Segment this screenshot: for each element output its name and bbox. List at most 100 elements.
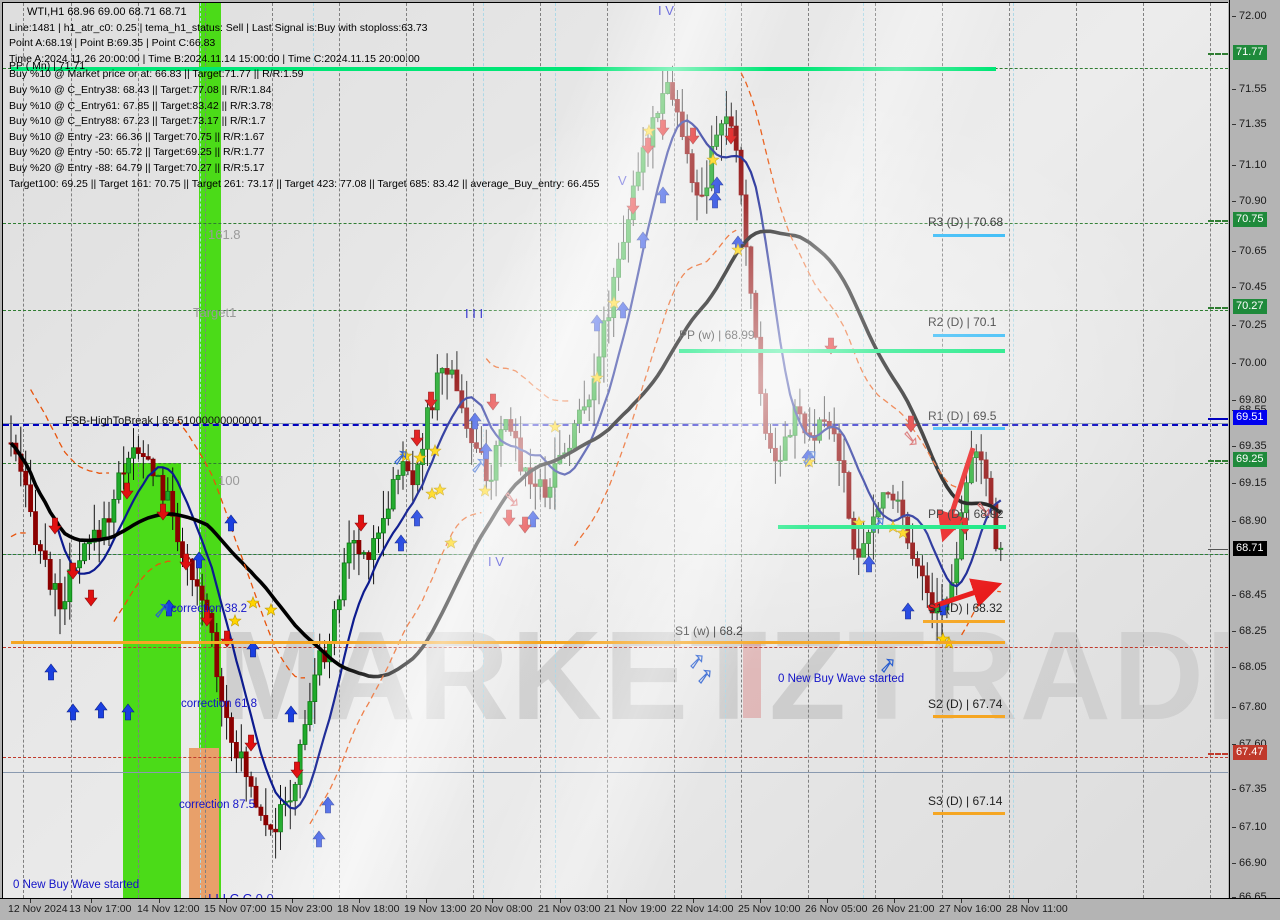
time-axis-mark — [560, 899, 561, 903]
chart-plot-area[interactable]: MARKETZTRADE R3 (D) | 70.68R2 (D) | 70.1… — [2, 2, 1228, 898]
pivot-label: S2 (D) | 67.74 — [928, 697, 1003, 711]
price-axis-tick: 67.35 — [1232, 783, 1267, 795]
time-axis-mark — [226, 899, 227, 903]
time-axis-mark — [1028, 899, 1029, 903]
time-axis-tick: 15 Nov 23:00 — [270, 903, 333, 915]
price-axis-tick: 71.35 — [1232, 118, 1267, 130]
price-axis[interactable]: 72.00 71.55 71.35 71.10 70.90 70.65 70.4… — [1229, 0, 1280, 903]
info-line-6: Buy %10 @ C_Entry38: 68.43 || Target:77.… — [9, 83, 272, 96]
wave-count-mark: I V — [488, 554, 504, 569]
fib-retracement-label: 161.8 — [208, 227, 241, 242]
price-axis-tick: 68.90 — [1232, 515, 1267, 527]
time-axis-mark — [159, 899, 160, 903]
wave-note: 0 New Buy Wave started — [778, 673, 905, 685]
pivot-line — [11, 641, 1005, 644]
chart-info-block: WTI,H1 68.96 69.00 68.71 68.71 Line:1481… — [9, 5, 599, 192]
pivot-line — [933, 812, 1005, 815]
time-axis-tick: 21 Nov 03:00 — [538, 903, 601, 915]
pivot-label: R3 (D) | 70.68 — [928, 215, 1004, 229]
info-line-9: Buy %10 @ Entry -23: 66.36 || Target:70.… — [9, 130, 265, 143]
fsb-level-label: FSB-HighToBreak | 69.51000000000001 — [65, 415, 263, 427]
time-axis-mark — [492, 899, 493, 903]
price-axis-leader — [1208, 220, 1228, 222]
info-pp-monthly-label: PP ( Mn) | 71.71 — [9, 60, 86, 72]
fib-retracement-label: 100 — [218, 473, 240, 488]
pivot-label: R2 (D) | 70.1 — [928, 315, 997, 329]
correction-label: correction 38.2 — [171, 603, 248, 615]
pivot-label: R1 (D) | 69.5 — [928, 409, 997, 423]
wave-count-mark: V — [618, 173, 627, 188]
price-axis-tick: 69.15 — [1232, 477, 1267, 489]
price-axis-badge: 67.47 — [1233, 745, 1267, 760]
time-axis-tick: 25 Nov 10:00 — [738, 903, 801, 915]
pivot-label: S1 (D) | 68.32 — [928, 601, 1003, 615]
price-axis-tick: 68.25 — [1232, 625, 1267, 637]
time-axis-tick: 19 Nov 13:00 — [404, 903, 467, 915]
price-axis-leader — [1208, 753, 1228, 755]
pivot-label: PP (w) | 68.99 — [679, 328, 755, 342]
time-axis-tick: 28 Nov 11:00 — [1006, 903, 1068, 915]
pivot-line — [933, 427, 1005, 430]
price-axis-leader — [1208, 549, 1228, 550]
info-line-7: Buy %10 @ C_Entry61: 67.85 || Target:83.… — [9, 99, 272, 112]
price-axis-badge: 69.25 — [1233, 452, 1267, 467]
info-line-10: Buy %20 @ Entry -50: 65.72 || Target:69.… — [9, 146, 265, 159]
price-axis-tick: 67.80 — [1232, 701, 1267, 713]
price-axis-tick: 69.35 — [1232, 440, 1267, 452]
pivot-label: PP (D) | 68.92 — [928, 507, 1004, 521]
price-axis-leader — [1208, 307, 1228, 309]
info-line-8: Buy %10 @ C_Entry88: 67.23 || Target:73.… — [9, 115, 266, 128]
fib-retracement-label: Target1 — [193, 305, 237, 320]
price-axis-leader — [1208, 418, 1228, 420]
time-axis-tick: 18 Nov 18:00 — [337, 903, 400, 915]
time-axis-mark — [760, 899, 761, 903]
time-axis-mark — [359, 899, 360, 903]
price-axis-badge: 70.27 — [1233, 299, 1267, 314]
info-line-5b: Buy %10 @ Market price or at: 66.83 || T… — [9, 68, 304, 81]
price-axis-tick: 70.45 — [1232, 281, 1267, 293]
price-axis-tick: 70.25 — [1232, 319, 1267, 331]
chart-window: MARKETZTRADE R3 (D) | 70.68R2 (D) | 70.1… — [0, 0, 1280, 920]
time-axis-mark — [827, 899, 828, 903]
price-axis-tick: 68.45 — [1232, 589, 1267, 601]
price-axis-badge: 70.75 — [1233, 212, 1267, 227]
time-axis-mark — [91, 899, 92, 903]
price-axis-badge: 69.51 — [1233, 410, 1267, 425]
price-axis-leader — [1208, 53, 1228, 55]
correction-label: correction 61.8 — [181, 698, 258, 710]
price-axis-tick: 66.90 — [1232, 857, 1267, 869]
price-axis-tick: 71.10 — [1232, 159, 1267, 171]
time-axis-tick: 13 Nov 17:00 — [69, 903, 132, 915]
pivot-line — [679, 349, 1005, 353]
pivot-line — [778, 525, 1006, 529]
wave-count-mark: I V — [658, 3, 674, 18]
time-axis-tick: 26 Nov 21:00 — [872, 903, 935, 915]
time-axis-mark — [30, 899, 31, 903]
time-axis-tick: 14 Nov 12:00 — [137, 903, 200, 915]
info-line-2: Line:1481 | h1_atr_c0: 0.25 | tema_h1_st… — [9, 21, 428, 34]
time-axis-mark — [894, 899, 895, 903]
time-axis-mark — [693, 899, 694, 903]
correction-label: correction 87.5 — [179, 799, 256, 811]
time-axis[interactable]: 12 Nov 2024 13 Nov 17:00 14 Nov 12:00 15 No… — [0, 898, 1280, 920]
price-axis-badge: 68.71 — [1233, 541, 1267, 556]
time-axis-mark — [626, 899, 627, 903]
info-line-12: Target100: 69.25 || Target 161: 70.75 ||… — [9, 177, 600, 190]
pivot-line — [933, 715, 1005, 718]
time-axis-tick: 20 Nov 08:00 — [470, 903, 533, 915]
wave-count-mark: I I I C C 0 0 — [208, 891, 274, 898]
pivot-line — [933, 234, 1005, 237]
time-axis-mark — [426, 899, 427, 903]
price-axis-tick: 72.00 — [1232, 10, 1267, 22]
time-axis-mark — [292, 899, 293, 903]
info-symbol-line: WTI,H1 68.96 69.00 68.71 68.71 — [27, 6, 187, 18]
pivot-line — [933, 334, 1005, 337]
wave-note: 0 New Buy Wave started — [13, 879, 140, 891]
price-axis-tick: 68.05 — [1232, 661, 1267, 673]
time-axis-tick: 21 Nov 19:00 — [604, 903, 667, 915]
time-axis-mark — [961, 899, 962, 903]
info-line-11: Buy %20 @ Entry -88: 64.79 || Target:70.… — [9, 161, 265, 174]
price-axis-tick: 70.65 — [1232, 245, 1267, 257]
info-line-4: Time A:2024.11.26 20:00:00 | Time B:2024… — [9, 52, 420, 65]
wave-count-mark: I I I — [465, 306, 484, 321]
